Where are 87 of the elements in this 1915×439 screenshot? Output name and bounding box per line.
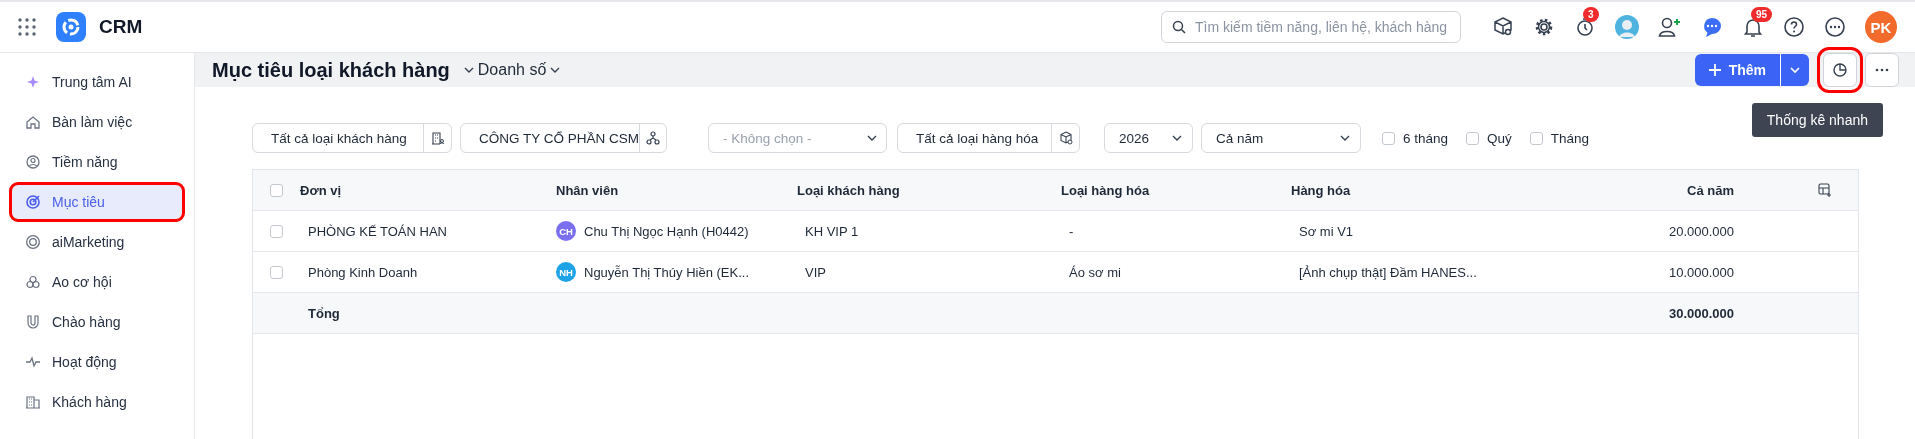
clover-icon [25, 274, 41, 290]
search-field[interactable]: Tìm kiếm tiềm năng, liên hệ, khách hàng [1161, 11, 1461, 43]
checkbox[interactable] [1466, 131, 1480, 145]
more-icon[interactable] [1824, 16, 1846, 38]
plus-icon [1708, 64, 1721, 76]
company-filter[interactable]: CÔNG TY CỔ PHẦN CSM [460, 123, 667, 153]
home-icon [25, 114, 41, 130]
person-icon [25, 154, 41, 170]
chevron-down-icon [1340, 133, 1350, 143]
sidebar-item[interactable]: Tiềm năng [12, 145, 182, 179]
add-button[interactable]: Thêm [1694, 54, 1781, 86]
year-select[interactable]: 2026 [1104, 123, 1193, 153]
employee-avatar: NH [556, 262, 576, 282]
row-checkbox[interactable] [270, 224, 283, 238]
pie-chart-icon [1833, 63, 1847, 77]
chat-icon[interactable] [1701, 16, 1723, 38]
checkbox[interactable] [1529, 131, 1543, 145]
sidebar-item[interactable]: Mục tiêu [12, 185, 182, 219]
table-cell-text: - [1068, 223, 1075, 239]
help-icon[interactable] [1783, 16, 1805, 38]
row-checkbox[interactable] [270, 265, 283, 279]
pulse-icon [25, 354, 41, 370]
table-cell-text: Áo sơ mi [1068, 264, 1122, 280]
sidebar-item[interactable]: Ao cơ hội [12, 265, 182, 299]
chevron-down-icon [867, 133, 877, 143]
apps-grid-icon[interactable] [18, 18, 36, 36]
sidebar-item[interactable]: Bàn làm việc [12, 105, 182, 139]
total-value: 30.000.000 [1667, 305, 1734, 321]
column-header: Loại hàng hóa [1061, 182, 1151, 198]
employee-name: Chu Thị Ngọc Hạnh (H0442) [584, 223, 749, 239]
more-icon [1875, 68, 1889, 72]
chevron-down-icon [463, 65, 474, 75]
page-title: Mục tiêu loại khách hàng [212, 58, 450, 82]
building-icon [25, 394, 41, 410]
building-icon [430, 131, 445, 145]
chevron-down-icon [550, 65, 561, 75]
notification-count: 3 [1583, 7, 1599, 22]
circle-icon [25, 234, 41, 250]
view-dropdown[interactable]: Doanh số [459, 61, 565, 79]
sidebar-item[interactable]: Chào hàng [12, 305, 182, 339]
table-cell-text: 10.000.000 [1667, 264, 1734, 280]
chevron-down-icon [1790, 65, 1800, 75]
unit-select[interactable]: - Không chọn - [708, 123, 887, 153]
total-label: Tổng [307, 305, 341, 321]
target-icon [25, 194, 41, 210]
checkbox[interactable] [1382, 131, 1395, 145]
settings-icon[interactable] [1533, 16, 1555, 38]
sidebar-item[interactable]: Trung tâm AI [12, 65, 182, 99]
period-select[interactable]: Cả năm [1201, 123, 1361, 153]
timer-icon[interactable] [1574, 16, 1596, 38]
column-header: Đơn vị [300, 182, 343, 198]
select-all-checkbox[interactable] [270, 183, 283, 197]
app-name: CRM [99, 16, 143, 38]
table-cell-text: PHÒNG KẾ TOÁN HAN [307, 223, 448, 239]
tooltip: Thống kê nhanh [1751, 103, 1883, 137]
sidebar-item[interactable]: Khách hàng [12, 385, 182, 419]
table-settings-icon[interactable] [1818, 183, 1832, 197]
table-cell-text: Sơ mi V1 [1298, 223, 1355, 239]
sidebar-item[interactable]: aiMarketing [12, 225, 182, 259]
column-header: Cả năm [1686, 182, 1734, 198]
checkbox-label: Tháng [1550, 130, 1590, 146]
employee-avatar: CH [556, 221, 576, 241]
sidebar-item[interactable]: Hoạt động [12, 345, 182, 379]
column-header: Hàng hóa [1291, 182, 1352, 198]
add-user-icon[interactable] [1658, 16, 1682, 38]
hierarchy-icon [646, 131, 660, 145]
search-icon [1172, 20, 1186, 34]
notification-count: 95 [1751, 7, 1773, 22]
column-header: Loại khách hàng [797, 182, 901, 198]
magnet-icon [25, 314, 41, 330]
table-cell-text: VIP [804, 264, 827, 280]
table-cell-text: KH VIP 1 [804, 223, 860, 239]
customer-type-filter[interactable]: Tất cả loại khách hàng [252, 123, 452, 153]
product-type-filter[interactable]: Tất cả loại hàng hóa [897, 123, 1080, 153]
checkbox-label: Quý [1487, 130, 1512, 146]
table-cell-text: 20.000.000 [1667, 223, 1734, 239]
employee-name: Nguyễn Thị Thúy Hiền (EK... [584, 264, 749, 280]
checkbox-label: 6 tháng [1403, 130, 1449, 146]
column-header: Nhân viên [556, 182, 620, 198]
table-cell-text: Phòng Kinh Doanh [307, 264, 419, 280]
box-icon [1058, 131, 1073, 145]
table-cell-text: [Ảnh chụp thật] Đầm HANES... [1298, 264, 1478, 280]
bell-icon[interactable] [1742, 16, 1764, 38]
box-search-icon[interactable] [1492, 16, 1514, 38]
app-logo-icon [56, 12, 86, 42]
chevron-down-icon [1172, 133, 1182, 143]
add-options-button[interactable] [1781, 54, 1809, 86]
